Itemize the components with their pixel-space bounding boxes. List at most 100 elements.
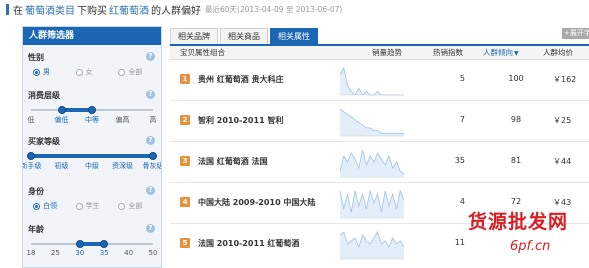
radio-icon — [118, 202, 126, 210]
trend-area — [340, 150, 404, 177]
attribute-combo[interactable]: 贵州 红葡萄酒 贵大科庄 — [198, 74, 284, 85]
spend-level-slider[interactable] — [31, 106, 153, 114]
age-tick-label: 50 — [148, 249, 158, 257]
col-header-avg-price[interactable]: 人群均价 — [543, 46, 573, 60]
slider-min-handle[interactable] — [75, 240, 84, 248]
spend-tick-label: 高 — [149, 116, 157, 124]
age-filter: 年龄 ? 18 25 30 35 40 50 — [23, 224, 161, 258]
sales-trend-sparkline — [340, 108, 404, 137]
watermark-url: 6pf.cn — [510, 239, 551, 254]
slider-max-handle[interactable] — [88, 106, 96, 114]
trend-area — [340, 232, 404, 259]
gender-option-all[interactable]: 全部 — [118, 67, 161, 77]
title-prefix: 在 — [13, 5, 23, 17]
category-link[interactable]: 葡萄酒类目 — [25, 2, 75, 17]
identity-option-student[interactable]: 学生 — [75, 201, 119, 211]
expand-button[interactable]: +展开字 — [562, 28, 589, 39]
attribute-combo[interactable]: 法国 2010-2011 红葡萄酒 — [198, 238, 299, 249]
sales-trend-sparkline — [340, 231, 404, 260]
tab-related-products[interactable]: 相关商品 — [220, 28, 268, 44]
spend-tick-label: 偏高 — [115, 116, 130, 124]
age-slider[interactable] — [31, 240, 153, 248]
age-help-icon[interactable]: ? — [146, 224, 155, 233]
gender-filter: 性别 ? 男 女 全部 — [23, 52, 161, 78]
buyer-tick-label: 新手级 — [22, 162, 42, 170]
hot-index: 35 — [454, 156, 465, 165]
buyer-tick-label: 资深级 — [112, 162, 133, 170]
gender-help-icon[interactable]: ? — [146, 52, 155, 61]
identity-option-all[interactable]: 全部 — [118, 201, 161, 211]
table-row[interactable]: 3 法国 红葡萄酒 法国 35 81 ￥44 — [170, 142, 589, 183]
crowd-tendency: 100 — [508, 74, 524, 83]
table-row[interactable]: 2 智利 2010-2011 智利 7 98 ￥25 — [170, 101, 589, 142]
title-suffix: 的人群偏好 — [151, 5, 201, 17]
title-marker — [6, 3, 9, 15]
title-mid: 下购买 — [77, 5, 107, 17]
col-header-hot[interactable]: 热销指数 — [433, 46, 463, 60]
col-header-trend: 销量趋势 — [372, 48, 402, 57]
rank-badge: 5 — [180, 238, 190, 248]
identity-label: 身份 — [28, 187, 44, 196]
avg-price: ￥162 — [553, 75, 577, 84]
spend-tick-label: 中等 — [85, 116, 99, 124]
watermark-text: 货源批发网 — [468, 211, 569, 233]
rank-badge: 2 — [180, 115, 190, 125]
buyer-tick-label: 骨灰级 — [142, 162, 162, 170]
radio-icon — [75, 202, 83, 210]
age-tick-label: 40 — [124, 249, 134, 257]
spend-help-icon[interactable]: ? — [146, 90, 155, 99]
attribute-combo[interactable]: 智利 2010-2011 智利 — [198, 115, 283, 126]
buyer-help-icon[interactable]: ? — [146, 136, 155, 145]
crowd-tendency: 72 — [510, 197, 522, 206]
avg-price: ￥25 — [553, 116, 572, 125]
gender-option-female[interactable]: 女 — [75, 67, 119, 77]
table-row[interactable]: 1 贵州 红葡萄酒 贵大科庄 5 100 ￥162 — [170, 60, 589, 101]
rank-badge: 3 — [180, 156, 190, 166]
radio-icon — [75, 68, 83, 76]
col-header-combo: 宝贝属性组合 — [180, 48, 225, 57]
hot-index: 7 — [459, 115, 465, 124]
sales-trend-sparkline — [340, 66, 404, 96]
spend-level-label: 消费层级 — [28, 91, 60, 100]
tab-related-brands[interactable]: 相关品牌 — [170, 28, 218, 44]
filter-panel-title: 人群筛选器 — [23, 27, 161, 45]
crowd-tendency: 81 — [510, 156, 522, 165]
identity-help-icon[interactable]: ? — [146, 186, 155, 195]
buyer-tick-label: 中级 — [85, 162, 99, 170]
slider-min-handle[interactable] — [57, 106, 66, 114]
identity-option-white-collar[interactable]: 白领 — [33, 201, 76, 211]
radio-selected-icon — [33, 202, 40, 210]
buyer-level-slider[interactable] — [27, 152, 157, 160]
crowd-tendency: 98 — [510, 115, 522, 124]
slider-selected-range — [31, 154, 153, 158]
spend-tick-label: 低 — [27, 116, 35, 124]
age-tick-label: 30 — [75, 249, 85, 257]
rank-badge: 4 — [180, 197, 190, 207]
slider-min-handle[interactable] — [27, 152, 35, 160]
table-header: 宝贝属性组合 销量趋势 热销指数 人群倾向▼ 人群均价 — [170, 46, 589, 60]
crowd-filter-panel: 人群筛选器 性别 ? 男 女 全部 消费层级 ? 低 偏低 中等 偏高 高 买家等级 ?… — [22, 26, 162, 268]
age-tick-label: 25 — [50, 249, 60, 257]
col-header-tendency[interactable]: 人群倾向▼ — [483, 46, 519, 60]
attribute-combo[interactable]: 法国 红葡萄酒 法国 — [198, 156, 268, 167]
buyer-level-label: 买家等级 — [28, 137, 60, 146]
buyer-tick-label: 初级 — [54, 162, 69, 170]
spend-level-filter: 消费层级 ? 低 偏低 中等 偏高 高 — [23, 90, 161, 124]
rank-badge: 1 — [180, 74, 190, 84]
sales-trend-sparkline — [340, 189, 404, 219]
hot-index: 4 — [459, 197, 465, 206]
slider-max-handle[interactable] — [100, 240, 109, 248]
gender-option-male[interactable]: 男 — [33, 67, 76, 77]
page-title: 在 葡萄酒类目 下购买 红葡萄酒 的人群偏好 最近60天(2013-04-09 … — [0, 0, 589, 18]
tab-bar: 相关品牌 相关商品 相关属性 — [170, 28, 320, 44]
gender-label: 性别 — [28, 53, 44, 62]
avg-price: ￥44 — [553, 157, 572, 166]
radio-selected-icon — [33, 68, 40, 76]
spend-tick-label: 偏低 — [54, 116, 69, 124]
slider-max-handle[interactable] — [149, 152, 157, 160]
product-link[interactable]: 红葡萄酒 — [109, 2, 149, 17]
attribute-combo[interactable]: 中国大陆 2009-2010 中国大陆 — [198, 197, 315, 208]
tab-related-attributes[interactable]: 相关属性 — [270, 28, 318, 44]
age-tick-label: 18 — [26, 249, 36, 257]
hot-index: 11 — [454, 238, 465, 247]
